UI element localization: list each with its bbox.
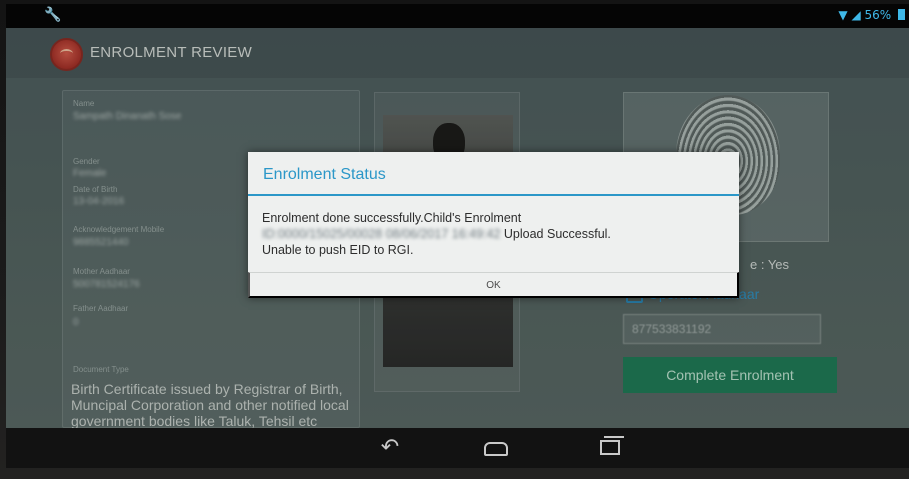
dialog-message-line1: Enrolment done successfully.Child's Enro… bbox=[262, 211, 522, 225]
signal-icon: ◢ bbox=[851, 8, 861, 22]
home-icon[interactable] bbox=[474, 433, 514, 463]
system-indicators: ▼ ◢ 56% bbox=[838, 8, 905, 22]
dialog-title: Enrolment Status bbox=[248, 152, 739, 196]
back-icon[interactable]: ↶ bbox=[370, 433, 410, 463]
dialog-message: Enrolment done successfully.Child's Enro… bbox=[262, 210, 732, 258]
status-bar: 🔧 ▼ ◢ 56% bbox=[6, 4, 909, 28]
dialog-message-line2: ID:0000/15025/00028 08/06/2017 16:49:42 … bbox=[262, 226, 732, 242]
recents-icon[interactable] bbox=[590, 433, 630, 463]
dialog-message-line3: Unable to push EID to RGI. bbox=[262, 243, 414, 257]
wifi-icon: ▼ bbox=[838, 8, 848, 22]
ok-button[interactable]: OK bbox=[248, 272, 739, 298]
navigation-bar: ↶ bbox=[6, 428, 909, 468]
battery-percent: 56% bbox=[864, 8, 892, 22]
upload-status: Upload Successful. bbox=[500, 227, 611, 241]
enrolment-status-dialog: Enrolment Status Enrolment done successf… bbox=[248, 152, 739, 298]
wrench-icon: 🔧 bbox=[44, 7, 62, 23]
battery-icon bbox=[898, 9, 905, 20]
enrolment-id: ID:0000/15025/00028 08/06/2017 16:49:42 bbox=[262, 227, 501, 241]
